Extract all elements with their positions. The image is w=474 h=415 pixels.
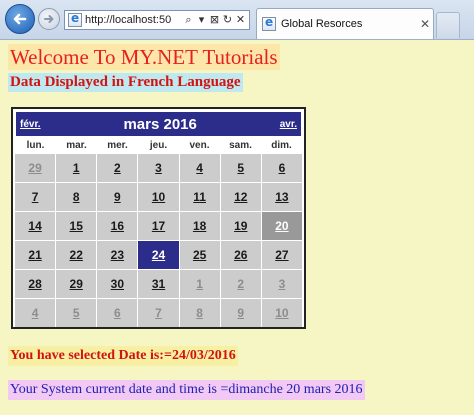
calendar-day[interactable]: 26	[220, 241, 261, 269]
tab-page-icon	[262, 15, 276, 31]
calendar-day[interactable]: 27	[261, 241, 302, 269]
calendar-day[interactable]: 11	[179, 183, 220, 211]
calendar-day[interactable]: 8	[179, 299, 220, 327]
calendar-day[interactable]: 3	[138, 154, 179, 182]
calendar: févr. mars 2016 avr. lun. mar. mer. jeu.…	[11, 107, 306, 329]
next-month-link[interactable]: avr.	[280, 119, 297, 130]
calendar-day-grid: 29 1 2 3 4 5 6 7 8 9 10 11 12 13 14 15 16 17 18 19 20 21 22 23 2…	[15, 154, 302, 327]
calendar-day[interactable]: 13	[261, 183, 302, 211]
calendar-day[interactable]: 5	[56, 299, 97, 327]
weekday-label: sam.	[229, 140, 252, 151]
weekday-label: mer.	[107, 140, 128, 151]
calendar-day[interactable]: 1	[56, 154, 97, 182]
weekday-label: dim.	[271, 140, 292, 151]
calendar-day[interactable]: 28	[15, 270, 56, 298]
calendar-day[interactable]: 19	[220, 212, 261, 240]
calendar-day[interactable]: 2	[220, 270, 261, 298]
address-bar[interactable]: http://localhost:50 ⌕ ▾ ⊠ ↻ ✕	[64, 10, 250, 30]
calendar-day[interactable]: 10	[138, 183, 179, 211]
calendar-day[interactable]: 25	[179, 241, 220, 269]
calendar-day[interactable]: 3	[261, 270, 302, 298]
system-date-message: Your System current date and time is =di…	[8, 380, 365, 400]
refresh-icon[interactable]: ↻	[222, 13, 233, 27]
calendar-day[interactable]: 6	[97, 299, 138, 327]
page-subtitle: Data Displayed in French Language	[8, 73, 243, 92]
dropdown-icon[interactable]: ▾	[196, 13, 207, 27]
forward-button[interactable]	[38, 8, 60, 30]
prev-month-link[interactable]: févr.	[20, 119, 41, 130]
calendar-day[interactable]: 7	[15, 183, 56, 211]
calendar-day[interactable]: 9	[97, 183, 138, 211]
new-tab-button[interactable]	[436, 12, 460, 38]
calendar-day[interactable]: 2	[97, 154, 138, 182]
calendar-day[interactable]: 8	[56, 183, 97, 211]
calendar-day[interactable]: 15	[56, 212, 97, 240]
ie-page-icon	[68, 11, 82, 27]
calendar-day[interactable]: 17	[138, 212, 179, 240]
weekday-label: ven.	[189, 140, 210, 151]
calendar-day[interactable]: 23	[97, 241, 138, 269]
calendar-day[interactable]: 16	[97, 212, 138, 240]
calendar-title-bar: févr. mars 2016 avr.	[15, 111, 302, 137]
calendar-day[interactable]: 5	[220, 154, 261, 182]
calendar-day[interactable]: 4	[179, 154, 220, 182]
calendar-day[interactable]: 30	[97, 270, 138, 298]
browser-toolbar: http://localhost:50 ⌕ ▾ ⊠ ↻ ✕ Global Res…	[0, 0, 474, 40]
stop-icon[interactable]: ✕	[235, 13, 246, 27]
calendar-day[interactable]: 10	[261, 299, 302, 327]
back-button[interactable]	[5, 4, 35, 34]
browser-tab[interactable]: Global Resorces ✕	[256, 8, 434, 39]
weekday-label: jeu.	[149, 140, 168, 151]
calendar-day[interactable]: 18	[179, 212, 220, 240]
calendar-month-title: mars 2016	[123, 115, 197, 133]
weekday-header: lun. mar. mer. jeu. ven. sam. dim.	[15, 137, 302, 154]
calendar-day[interactable]: 29	[56, 270, 97, 298]
weekday-label: mar.	[66, 140, 87, 151]
calendar-day[interactable]: 14	[15, 212, 56, 240]
address-bar-icons: ⌕ ▾ ⊠ ↻ ✕	[183, 13, 249, 27]
arrow-right-icon	[44, 15, 54, 23]
arrow-left-icon	[13, 13, 27, 25]
calendar-day-today[interactable]: 20	[261, 212, 302, 240]
calendar-day-selected[interactable]: 24	[138, 241, 179, 269]
calendar-day[interactable]: 7	[138, 299, 179, 327]
selected-date-message: You have selected Date is:=24/03/2016	[8, 346, 238, 366]
calendar-day[interactable]: 31	[138, 270, 179, 298]
compatibility-view-icon[interactable]: ⊠	[209, 13, 220, 27]
tab-title: Global Resorces	[281, 18, 363, 30]
page-title: Welcome To MY.NET Tutorials	[8, 44, 280, 70]
calendar-day[interactable]: 1	[179, 270, 220, 298]
close-icon[interactable]: ✕	[417, 17, 433, 31]
calendar-day[interactable]: 22	[56, 241, 97, 269]
calendar-day[interactable]: 6	[261, 154, 302, 182]
calendar-day[interactable]: 9	[220, 299, 261, 327]
weekday-label: lun.	[26, 140, 45, 151]
calendar-day[interactable]: 29	[15, 154, 56, 182]
address-url[interactable]: http://localhost:50	[85, 14, 183, 26]
calendar-day[interactable]: 12	[220, 183, 261, 211]
search-icon[interactable]: ⌕	[183, 13, 194, 27]
calendar-day[interactable]: 21	[15, 241, 56, 269]
calendar-day[interactable]: 4	[15, 299, 56, 327]
